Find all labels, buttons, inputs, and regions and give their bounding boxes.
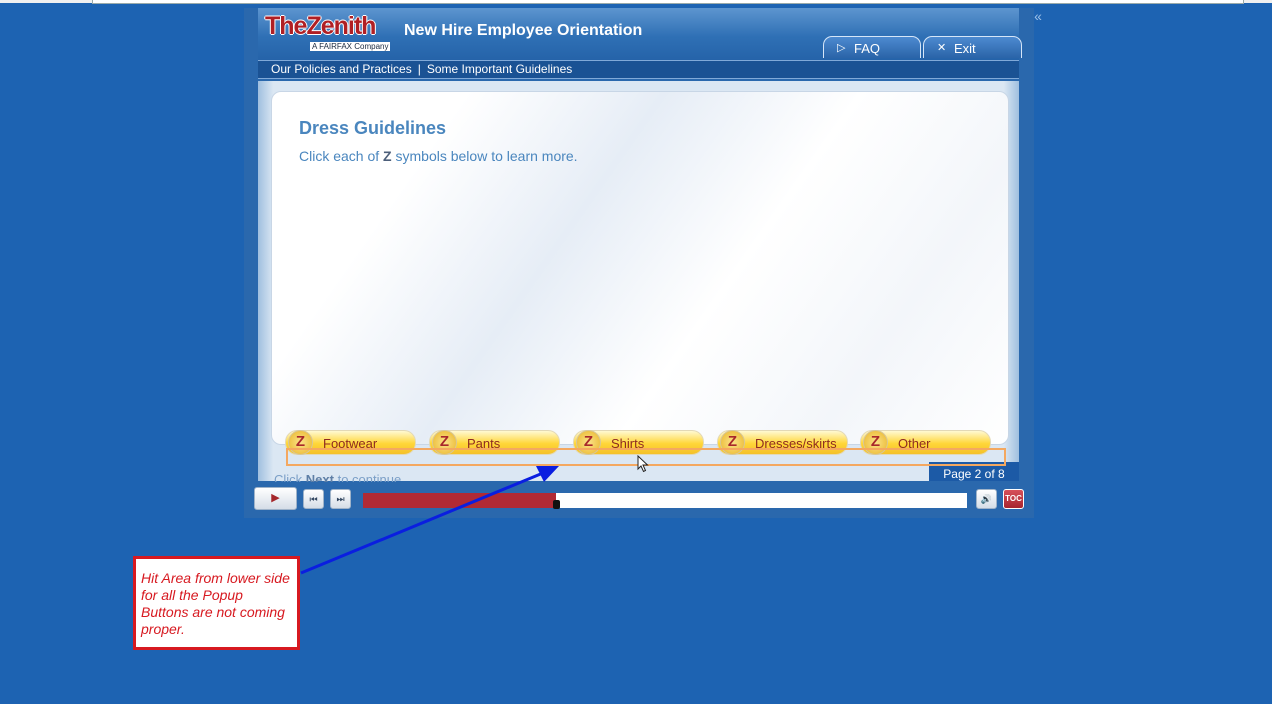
player-controls: ▶ ⏮ ⏭ 🔊 TOC <box>244 482 1034 518</box>
breadcrumb: Our Policies and Practices | Some Importan… <box>258 60 1019 79</box>
address-field[interactable] <box>92 0 1244 4</box>
content-panel: Dress Guidelines Click each of Z symbols… <box>271 91 1009 445</box>
annotation-note: Hit Area from lower side for all the Pop… <box>133 556 300 650</box>
x-icon: ✕ <box>937 42 947 54</box>
toc-button[interactable]: TOC <box>1003 489 1024 509</box>
mouse-cursor-icon <box>637 455 649 473</box>
previous-button[interactable]: ⏮ <box>303 489 324 509</box>
progress-fill <box>363 493 557 508</box>
speaker-icon: 🔊 <box>980 494 993 504</box>
progress-bar[interactable] <box>363 493 967 509</box>
play-icon: ▶ <box>271 492 280 504</box>
z-symbol-text: Z <box>383 148 392 164</box>
faq-button[interactable]: ▷ FAQ <box>823 36 921 58</box>
zenith-logo: TheZenith A FAIRFAX Company <box>265 12 395 56</box>
breadcrumb-item: Our Policies and Practices <box>271 62 412 76</box>
play-arrow-icon: ▷ <box>837 42 846 54</box>
breadcrumb-item: Some Important Guidelines <box>426 62 573 76</box>
page-title: Dress Guidelines <box>299 118 447 138</box>
faq-label: FAQ <box>854 41 881 56</box>
toc-label: TOC <box>1005 494 1022 503</box>
exit-label: Exit <box>954 41 976 56</box>
logo-wordmark: TheZenith <box>265 12 376 40</box>
content-stage: Dress Guidelines Click each of Z symbols… <box>258 81 1019 487</box>
next-button[interactable]: ⏭ <box>330 489 351 509</box>
skip-back-icon: ⏮ <box>309 494 318 504</box>
course-player-window: TheZenith A FAIRFAX Company New Hire Emp… <box>244 8 1042 518</box>
progress-handle[interactable] <box>553 500 561 509</box>
exit-button[interactable]: ✕ Exit <box>923 36 1022 58</box>
course-title: New Hire Employee Orientation <box>404 22 643 39</box>
instruction-post: symbols below to learn more. <box>391 148 578 164</box>
collapse-icon[interactable]: « <box>1031 8 1045 24</box>
volume-button[interactable]: 🔊 <box>976 489 997 509</box>
course-header: TheZenith A FAIRFAX Company New Hire Emp… <box>258 8 1042 60</box>
skip-forward-icon: ⏭ <box>336 494 345 504</box>
instruction-text: Click each of Z symbols below to learn m… <box>299 148 578 164</box>
breadcrumb-separator: | <box>417 62 421 76</box>
logo-tagline: A FAIRFAX Company <box>310 42 391 51</box>
browser-top-strip <box>0 0 1272 4</box>
instruction-pre: Click each of <box>299 148 384 164</box>
play-button[interactable]: ▶ <box>254 487 297 510</box>
